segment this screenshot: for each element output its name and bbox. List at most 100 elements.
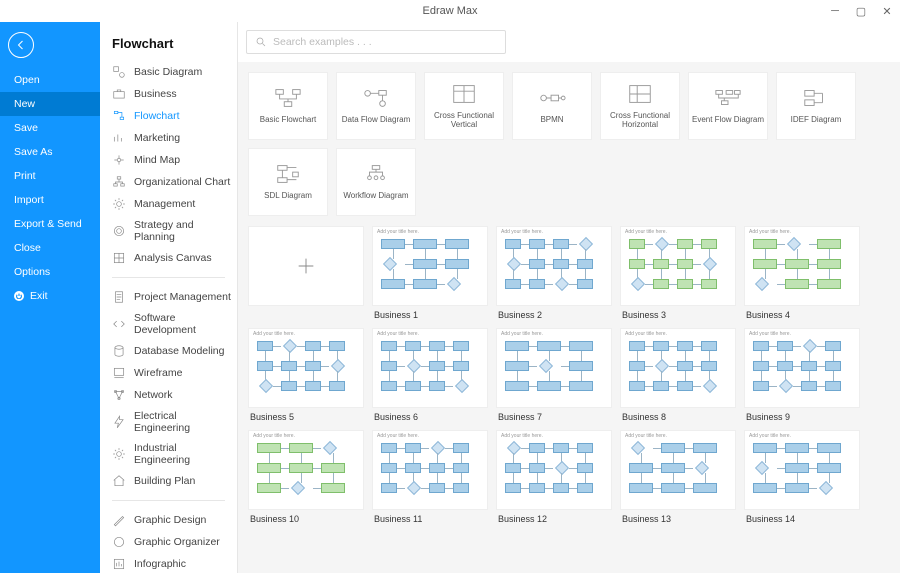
template-thumbnail	[248, 226, 364, 306]
gear-icon	[112, 197, 126, 211]
category-item[interactable]: Flowchart	[100, 105, 235, 127]
example-template-card[interactable]: Add your title here.Business 7	[496, 328, 612, 422]
bolt-icon	[112, 415, 126, 429]
category-label: Flowchart	[134, 110, 180, 122]
category-label: Electrical Engineering	[134, 410, 231, 434]
example-template-card[interactable]: Add your title here.Business 6	[372, 328, 488, 422]
diagram-type-card[interactable]: BPMN	[512, 72, 592, 140]
file-menu-item[interactable]: Import	[0, 188, 100, 212]
category-item[interactable]: Business	[100, 83, 235, 105]
template-label: Business 5	[248, 408, 364, 422]
category-list[interactable]: Basic DiagramBusinessFlowchartMarketingM…	[100, 61, 237, 573]
example-template-card[interactable]: Add your title here.Business 10	[248, 430, 364, 524]
search-input[interactable]	[273, 36, 497, 48]
diagram-type-label: Cross Functional Vertical	[427, 111, 501, 129]
example-template-card[interactable]: Add your title here.Business 4	[744, 226, 860, 320]
diagram-type-label: Cross Functional Horizontal	[603, 111, 677, 129]
category-item[interactable]: Database Modeling	[100, 340, 235, 362]
category-item[interactable]: Management	[100, 193, 235, 215]
diagram-type-card[interactable]: Cross Functional Vertical	[424, 72, 504, 140]
org-icon	[112, 175, 126, 189]
file-menu-item[interactable]: Exit	[0, 284, 100, 308]
example-template-card[interactable]: Add your title here.Business 14	[744, 430, 860, 524]
example-template-card[interactable]: Add your title here.Business 1	[372, 226, 488, 320]
category-item[interactable]: Electrical Engineering	[100, 406, 235, 438]
file-menu-label: Import	[14, 194, 44, 206]
diagram-type-icon	[714, 87, 742, 109]
main-panel: Basic FlowchartData Flow Diagram Cross Fu…	[238, 22, 900, 573]
category-item[interactable]: Organizational Chart	[100, 171, 235, 193]
close-button[interactable]: ✕	[874, 0, 900, 22]
file-menu-item[interactable]: Close	[0, 236, 100, 260]
file-menu-label: Save	[14, 122, 38, 134]
template-thumbnail: Add your title here.	[372, 226, 488, 306]
example-template-card[interactable]: Add your title here.Business 9	[744, 328, 860, 422]
file-menu-item[interactable]: Open	[0, 68, 100, 92]
diagram-type-label: BPMN	[540, 115, 563, 124]
category-item[interactable]: Basic Diagram	[100, 61, 235, 83]
category-item[interactable]: Graphic Design	[100, 509, 235, 531]
file-menu-item[interactable]: New	[0, 92, 100, 116]
diagram-type-card[interactable]: Event Flow Diagram	[688, 72, 768, 140]
file-menu-item[interactable]: Export & Send	[0, 212, 100, 236]
example-template-card[interactable]: Add your title here.Business 5	[248, 328, 364, 422]
example-template-card[interactable]: Add your title here.Business 8	[620, 328, 736, 422]
template-label: Business 7	[496, 408, 612, 422]
diagram-type-label: Event Flow Diagram	[692, 115, 764, 124]
blank-template-card[interactable]	[248, 226, 364, 320]
category-item[interactable]: Strategy and Planning	[100, 215, 235, 247]
template-thumbnail: Add your title here.	[496, 328, 612, 408]
category-label: Analysis Canvas	[134, 252, 212, 264]
example-template-card[interactable]: Add your title here.Business 3	[620, 226, 736, 320]
maximize-button[interactable]: ▢	[848, 0, 874, 22]
category-item[interactable]: Software Development	[100, 308, 235, 340]
category-item[interactable]: Wireframe	[100, 362, 235, 384]
category-item[interactable]: Analysis Canvas	[100, 247, 235, 269]
template-thumbnail: Add your title here.	[744, 430, 860, 510]
diagram-type-icon	[274, 163, 302, 185]
category-item[interactable]: Mind Map	[100, 149, 235, 171]
mind-icon	[112, 153, 126, 167]
file-menu-item[interactable]: Options	[0, 260, 100, 284]
search-box[interactable]	[246, 30, 506, 54]
example-template-card[interactable]: Add your title here.Business 12	[496, 430, 612, 524]
template-scroll-area[interactable]: Basic FlowchartData Flow Diagram Cross Fu…	[238, 62, 900, 573]
file-menu-item[interactable]: Print	[0, 164, 100, 188]
file-menu-sidebar: OpenNew Save Save As Print Import Export & Se…	[0, 22, 100, 573]
diagram-type-card[interactable]: Cross Functional Horizontal	[600, 72, 680, 140]
category-item[interactable]: Infographic	[100, 553, 235, 573]
category-item[interactable]: Industrial Engineering	[100, 438, 235, 470]
diagram-type-card[interactable]: Workflow Diagram	[336, 148, 416, 216]
diagram-type-card[interactable]: Data Flow Diagram	[336, 72, 416, 140]
template-thumbnail: Add your title here.	[248, 328, 364, 408]
template-label: Business 1	[372, 306, 488, 320]
template-thumbnail: Add your title here.	[744, 226, 860, 306]
gear-icon	[112, 447, 126, 461]
category-item[interactable]: Network	[100, 384, 235, 406]
file-menu-label: Close	[14, 242, 41, 254]
app-title: Edraw Max	[422, 5, 477, 17]
minimize-button[interactable]: ─	[822, 0, 848, 22]
category-item[interactable]: Marketing	[100, 127, 235, 149]
category-separator	[112, 500, 225, 501]
category-label: Management	[134, 198, 195, 210]
diagram-type-card[interactable]: Basic Flowchart	[248, 72, 328, 140]
template-thumbnail: Add your title here.	[248, 430, 364, 510]
category-item[interactable]: Graphic Organizer	[100, 531, 235, 553]
back-button[interactable]	[8, 32, 34, 58]
template-thumbnail: Add your title here.	[372, 328, 488, 408]
diagram-type-icon	[538, 87, 566, 109]
example-template-card[interactable]: Add your title here.Business 13	[620, 430, 736, 524]
category-separator	[112, 277, 225, 278]
example-template-card[interactable]: Add your title here.Business 2	[496, 226, 612, 320]
file-menu-item[interactable]: Save	[0, 116, 100, 140]
category-item[interactable]: Building Plan	[100, 470, 235, 492]
file-menu-label: Save As	[14, 146, 53, 158]
code-icon	[112, 317, 126, 331]
diagram-type-card[interactable]: IDEF Diagram	[776, 72, 856, 140]
diagram-type-card[interactable]: SDL Diagram	[248, 148, 328, 216]
file-menu-item[interactable]: Save As	[0, 140, 100, 164]
category-item[interactable]: Project Management	[100, 286, 235, 308]
example-template-card[interactable]: Add your title here.Business 11	[372, 430, 488, 524]
file-menu-label: Print	[14, 170, 36, 182]
